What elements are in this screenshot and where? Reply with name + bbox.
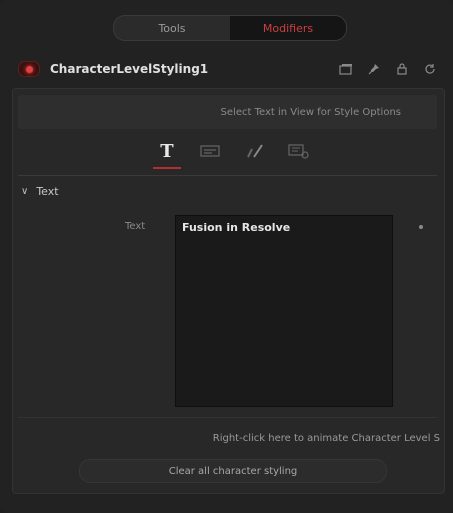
node-header: CharacterLevelStyling1 xyxy=(10,52,443,86)
animate-hint[interactable]: Right-click here to animate Character Le… xyxy=(213,433,440,444)
brush-tab-icon[interactable] xyxy=(241,139,269,163)
divider xyxy=(18,175,437,176)
divider xyxy=(18,417,437,418)
view-icon[interactable] xyxy=(339,62,353,76)
text-input[interactable]: Fusion in Resolve xyxy=(175,215,393,407)
inspector-panel: Select Text in View for Style Options T … xyxy=(12,88,445,494)
layout-tab-icon[interactable] xyxy=(197,139,225,163)
node-header-icons xyxy=(339,62,437,76)
inspector-tab-switcher: Tools Modifiers xyxy=(113,15,347,41)
control-tabs: T xyxy=(153,139,313,169)
node-title: CharacterLevelStyling1 xyxy=(50,62,209,76)
tab-tools[interactable]: Tools xyxy=(114,16,230,40)
chevron-down-icon: ∨ xyxy=(21,186,29,197)
style-hint-text: Select Text in View for Style Options xyxy=(220,106,401,118)
settings-tab-icon[interactable] xyxy=(285,139,313,163)
lock-icon[interactable] xyxy=(395,62,409,76)
node-enable-toggle[interactable] xyxy=(18,61,40,77)
animate-dot-icon[interactable] xyxy=(419,225,423,229)
text-section-header[interactable]: ∨ Text xyxy=(21,185,59,198)
text-tab-icon[interactable]: T xyxy=(153,139,181,169)
tab-modifiers[interactable]: Modifiers xyxy=(230,16,346,40)
pin-icon[interactable] xyxy=(367,62,381,76)
reset-icon[interactable] xyxy=(423,62,437,76)
clear-styling-button[interactable]: Clear all character styling xyxy=(79,459,387,483)
style-hint-bar: Select Text in View for Style Options xyxy=(18,95,437,129)
section-title: Text xyxy=(36,185,59,198)
text-field-label: Text xyxy=(125,221,146,232)
inspector-window: Tools Modifiers CharacterLevelStyling1 S… xyxy=(0,0,453,513)
